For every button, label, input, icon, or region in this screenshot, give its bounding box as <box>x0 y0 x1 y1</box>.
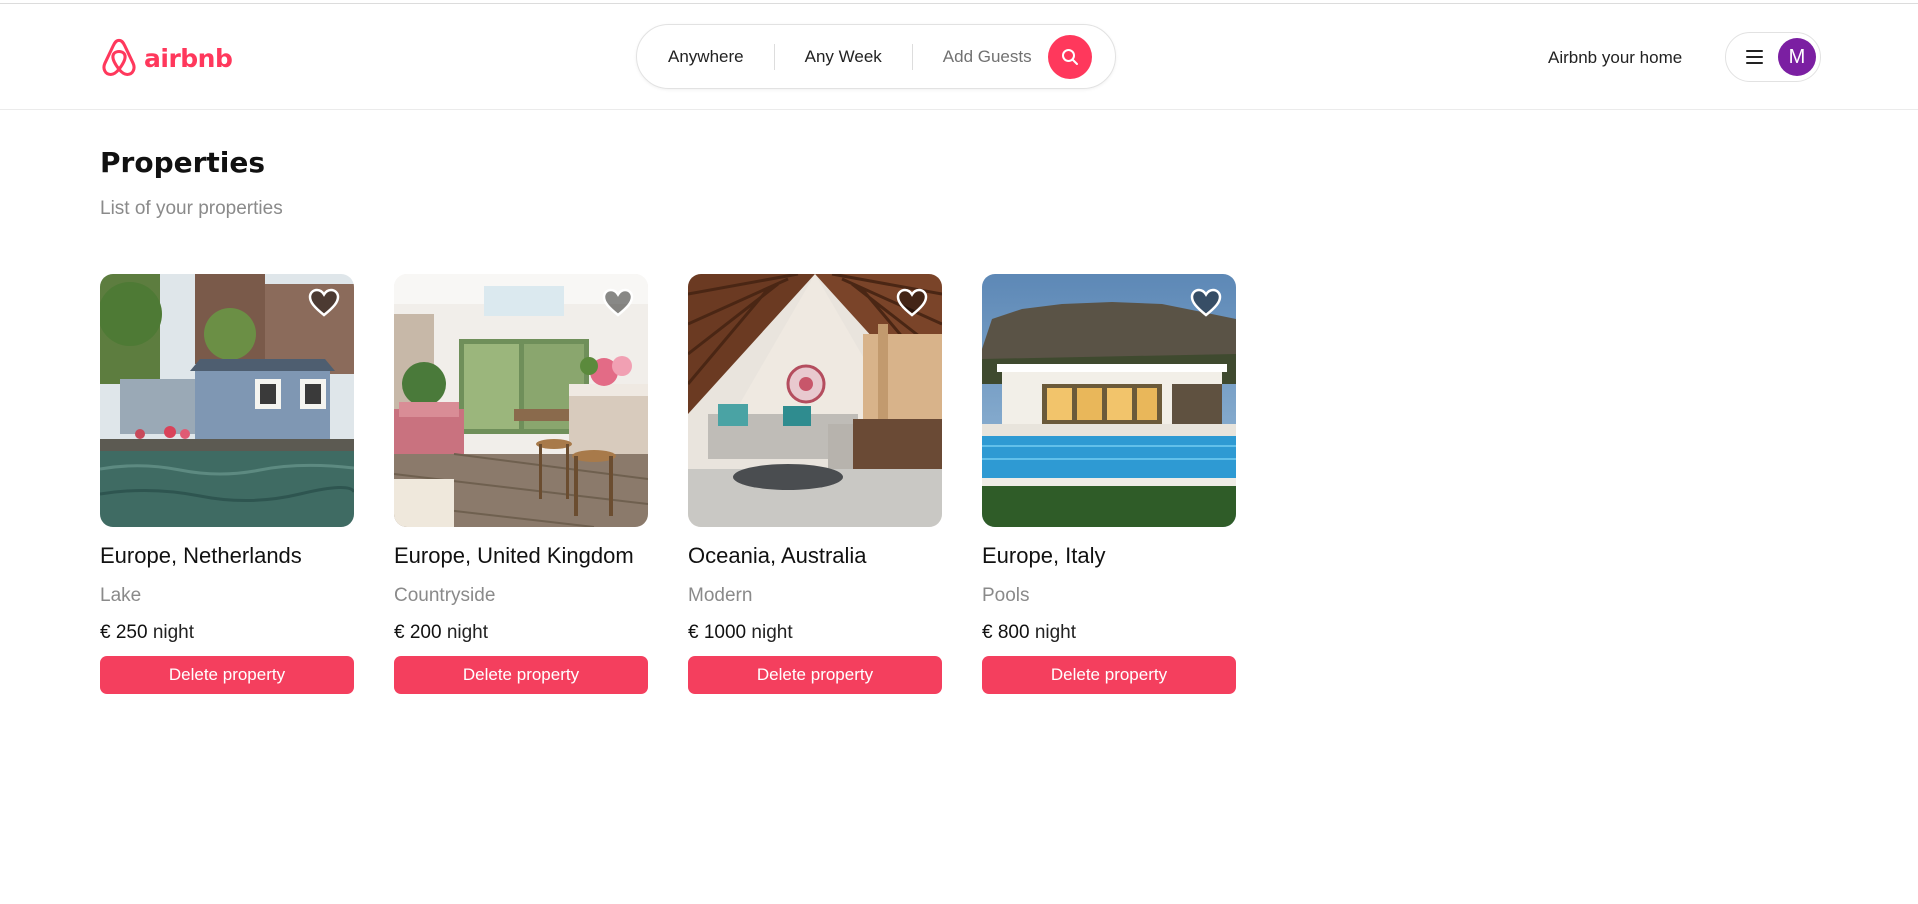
delete-property-button[interactable]: Delete property <box>100 656 354 694</box>
delete-property-button[interactable]: Delete property <box>394 656 648 694</box>
property-price: € 1000 night <box>688 622 942 644</box>
price-amount: € 250 <box>100 622 148 643</box>
heart-icon[interactable] <box>602 288 634 318</box>
price-unit: night <box>446 622 489 643</box>
navbar: airbnb Anywhere Any Week Add Guests Airb… <box>0 4 1918 110</box>
property-list: Europe, Netherlands Lake € 250 night Del… <box>100 274 1236 694</box>
property-location: Europe, Italy <box>982 543 1106 568</box>
property-category: Pools <box>982 585 1030 606</box>
airbnb-logo-icon <box>102 38 136 76</box>
property-card[interactable]: Europe, Italy Pools € 800 night Delete p… <box>982 274 1236 694</box>
property-photo[interactable] <box>688 274 942 527</box>
property-location: Europe, Netherlands <box>100 543 302 568</box>
price-amount: € 800 <box>982 622 1030 643</box>
delete-property-button[interactable]: Delete property <box>688 656 942 694</box>
property-category: Modern <box>688 585 753 606</box>
avatar: M <box>1778 38 1816 76</box>
hamburger-icon <box>1746 50 1763 64</box>
heart-icon[interactable] <box>1190 288 1222 318</box>
property-card[interactable]: Oceania, Australia Modern € 1000 night D… <box>688 274 942 694</box>
property-photo[interactable] <box>100 274 354 527</box>
search-guests[interactable]: Add Guests <box>913 47 1046 67</box>
brand-name: airbnb <box>144 43 233 73</box>
property-price: € 200 night <box>394 622 648 644</box>
airbnb-your-home-link[interactable]: Airbnb your home <box>1548 48 1682 68</box>
heart-icon[interactable] <box>896 288 928 318</box>
property-photo[interactable] <box>394 274 648 527</box>
property-category: Countryside <box>394 585 496 606</box>
page-subtitle: List of your properties <box>100 198 283 219</box>
price-unit: night <box>751 622 793 643</box>
brand-logo[interactable]: airbnb <box>100 37 233 79</box>
price-amount: € 1000 <box>688 622 747 643</box>
user-menu-button[interactable]: M <box>1725 32 1821 82</box>
search-bar[interactable]: Anywhere Any Week Add Guests <box>636 24 1116 89</box>
delete-property-button[interactable]: Delete property <box>982 656 1236 694</box>
search-location[interactable]: Anywhere <box>637 47 774 67</box>
search-icon <box>1061 48 1078 65</box>
property-price: € 800 night <box>982 622 1236 644</box>
price-amount: € 200 <box>394 622 442 643</box>
search-week[interactable]: Any Week <box>775 47 912 67</box>
price-unit: night <box>1034 622 1077 643</box>
property-photo[interactable] <box>982 274 1236 527</box>
heart-icon[interactable] <box>308 288 340 318</box>
property-location: Oceania, Australia <box>688 543 867 568</box>
property-price: € 250 night <box>100 622 354 644</box>
property-location: Europe, United Kingdom <box>394 543 634 568</box>
property-card[interactable]: Europe, Netherlands Lake € 250 night Del… <box>100 274 354 694</box>
price-unit: night <box>152 622 195 643</box>
page-title: Properties <box>100 146 266 179</box>
search-button[interactable] <box>1047 34 1092 79</box>
property-category: Lake <box>100 585 142 606</box>
property-card[interactable]: Europe, United Kingdom Countryside € 200… <box>394 274 648 694</box>
